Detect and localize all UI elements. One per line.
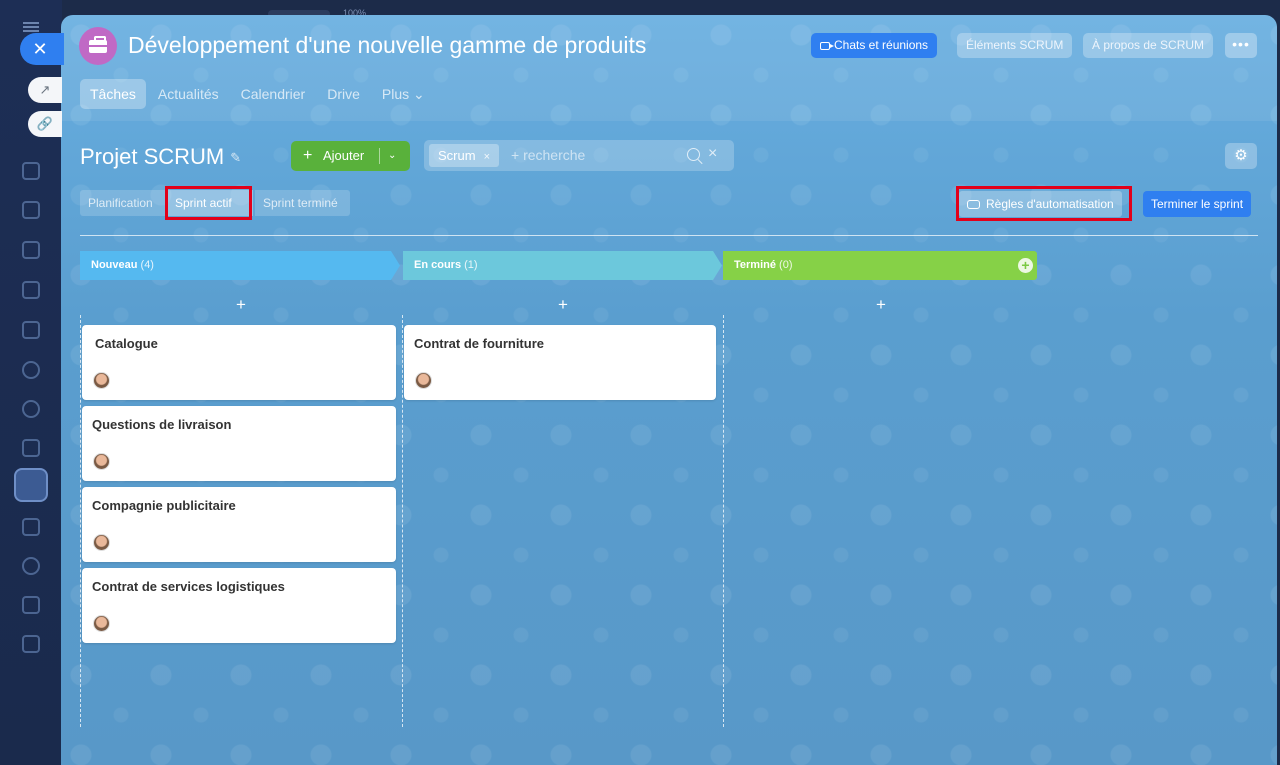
close-slider-button[interactable]: ✕ bbox=[20, 33, 64, 65]
open-in-new-window-icon[interactable]: ↗ bbox=[28, 77, 62, 103]
add-task-nouveau-button[interactable]: + bbox=[236, 295, 246, 315]
tab-calendar[interactable]: Calendrier bbox=[231, 79, 316, 109]
calendar-icon[interactable] bbox=[22, 201, 40, 219]
task-title[interactable]: Contrat de fourniture bbox=[414, 336, 544, 351]
scrum-items-button[interactable]: Éléments SCRUM bbox=[957, 33, 1073, 58]
column-count: (4) bbox=[140, 259, 154, 271]
task-title[interactable]: Contrat de services logistiques bbox=[92, 579, 285, 594]
tasks-icon[interactable] bbox=[14, 468, 48, 502]
chats-button-label: Chats et réunions bbox=[834, 38, 929, 52]
box-icon[interactable] bbox=[22, 557, 40, 575]
avatar[interactable] bbox=[93, 615, 110, 632]
tab-news[interactable]: Actualités bbox=[148, 79, 229, 109]
settings-gear-icon[interactable]: ⚙ bbox=[1225, 143, 1257, 169]
filter-chip-label: Scrum bbox=[438, 148, 476, 163]
task-card[interactable]: Questions de livraison bbox=[82, 406, 396, 481]
feed-icon[interactable] bbox=[22, 162, 40, 180]
add-task-en-cours-button[interactable]: + bbox=[558, 295, 568, 315]
terminal-icon[interactable] bbox=[22, 635, 40, 653]
presentation-icon[interactable] bbox=[22, 439, 40, 457]
clear-icon[interactable]: × bbox=[708, 145, 717, 163]
more-options-button[interactable]: ••• bbox=[1225, 33, 1257, 58]
project-title: Projet SCRUM ✎ bbox=[80, 144, 241, 170]
column-header-nouveau[interactable]: Nouveau (4) bbox=[80, 251, 400, 280]
highlight-frame-active-sprint bbox=[165, 186, 252, 220]
document-icon[interactable] bbox=[22, 241, 40, 259]
task-card[interactable]: Contrat de fourniture bbox=[404, 325, 716, 400]
task-card[interactable]: Contrat de services logistiques bbox=[82, 568, 396, 643]
add-button[interactable]: + Ajouter ⌄ bbox=[291, 141, 410, 171]
avatar[interactable] bbox=[93, 372, 110, 389]
briefcase-icon bbox=[89, 36, 107, 53]
add-task-termine-button[interactable]: + bbox=[876, 295, 886, 315]
avatar[interactable] bbox=[93, 534, 110, 551]
column-title: En cours bbox=[414, 259, 462, 271]
search-input[interactable]: + recherche bbox=[511, 147, 585, 163]
task-title[interactable]: Questions de livraison bbox=[92, 417, 231, 432]
column-border bbox=[402, 315, 403, 727]
column-title: Nouveau bbox=[91, 259, 138, 271]
avatar[interactable] bbox=[93, 453, 110, 470]
chats-button[interactable]: Chats et réunions bbox=[811, 33, 938, 58]
column-title: Terminé bbox=[734, 259, 776, 271]
task-title[interactable]: Compagnie publicitaire bbox=[92, 498, 236, 513]
hexagon-icon[interactable] bbox=[22, 400, 40, 418]
add-column-icon[interactable]: + bbox=[1018, 258, 1033, 273]
column-count: (0) bbox=[779, 259, 793, 271]
page-title: Développement d'une nouvelle gamme de pr… bbox=[128, 32, 647, 58]
column-border bbox=[723, 315, 724, 727]
add-button-label: Ajouter bbox=[323, 148, 365, 163]
search-icon[interactable] bbox=[687, 148, 700, 161]
finish-sprint-button[interactable]: Terminer le sprint bbox=[1143, 191, 1252, 217]
menu-icon[interactable] bbox=[23, 22, 39, 32]
chevron-down-icon[interactable]: ⌄ bbox=[388, 141, 396, 171]
search-bar[interactable]: Scrum × + recherche × bbox=[424, 140, 734, 171]
tab-more[interactable]: Plus ⌄ bbox=[372, 79, 435, 109]
task-card[interactable]: Compagnie publicitaire bbox=[82, 487, 396, 562]
column-border bbox=[80, 315, 81, 727]
tab-finished-sprint[interactable]: Sprint terminé bbox=[255, 190, 350, 216]
column-header-termine[interactable]: Terminé (0) + bbox=[723, 251, 1037, 280]
tab-drive[interactable]: Drive bbox=[317, 79, 370, 109]
about-scrum-button[interactable]: À propos de SCRUM bbox=[1083, 33, 1214, 58]
column-count: (1) bbox=[464, 259, 478, 271]
tab-planning[interactable]: Planification bbox=[80, 190, 165, 216]
project-title-text: Projet SCRUM bbox=[80, 144, 225, 169]
slider-panel: Développement d'une nouvelle gamme de pr… bbox=[61, 15, 1277, 765]
highlight-frame-automation-rules bbox=[956, 186, 1132, 221]
drive-icon[interactable] bbox=[22, 281, 40, 299]
group-tabs: Tâches Actualités Calendrier Drive Plus ⌄ bbox=[80, 79, 437, 109]
copy-link-icon[interactable]: 🔗 bbox=[28, 111, 62, 137]
task-title[interactable]: Catalogue bbox=[95, 336, 158, 351]
contacts-icon[interactable] bbox=[22, 361, 40, 379]
filter-chip[interactable]: Scrum × bbox=[429, 144, 499, 167]
plus-icon: + bbox=[303, 147, 313, 164]
workgroup-avatar bbox=[79, 27, 117, 65]
chip-close-icon[interactable]: × bbox=[484, 151, 490, 163]
funnel-icon[interactable] bbox=[22, 518, 40, 536]
divider bbox=[80, 235, 1258, 236]
cart-icon[interactable] bbox=[22, 596, 40, 614]
mail-icon[interactable] bbox=[22, 321, 40, 339]
column-header-en-cours[interactable]: En cours (1) bbox=[403, 251, 722, 280]
add-button-separator bbox=[379, 148, 380, 164]
video-camera-icon bbox=[820, 42, 834, 50]
avatar[interactable] bbox=[415, 372, 432, 389]
task-card[interactable]: Catalogue bbox=[82, 325, 396, 400]
tab-tasks[interactable]: Tâches bbox=[80, 79, 146, 109]
pin-icon[interactable]: ✎ bbox=[230, 150, 241, 165]
